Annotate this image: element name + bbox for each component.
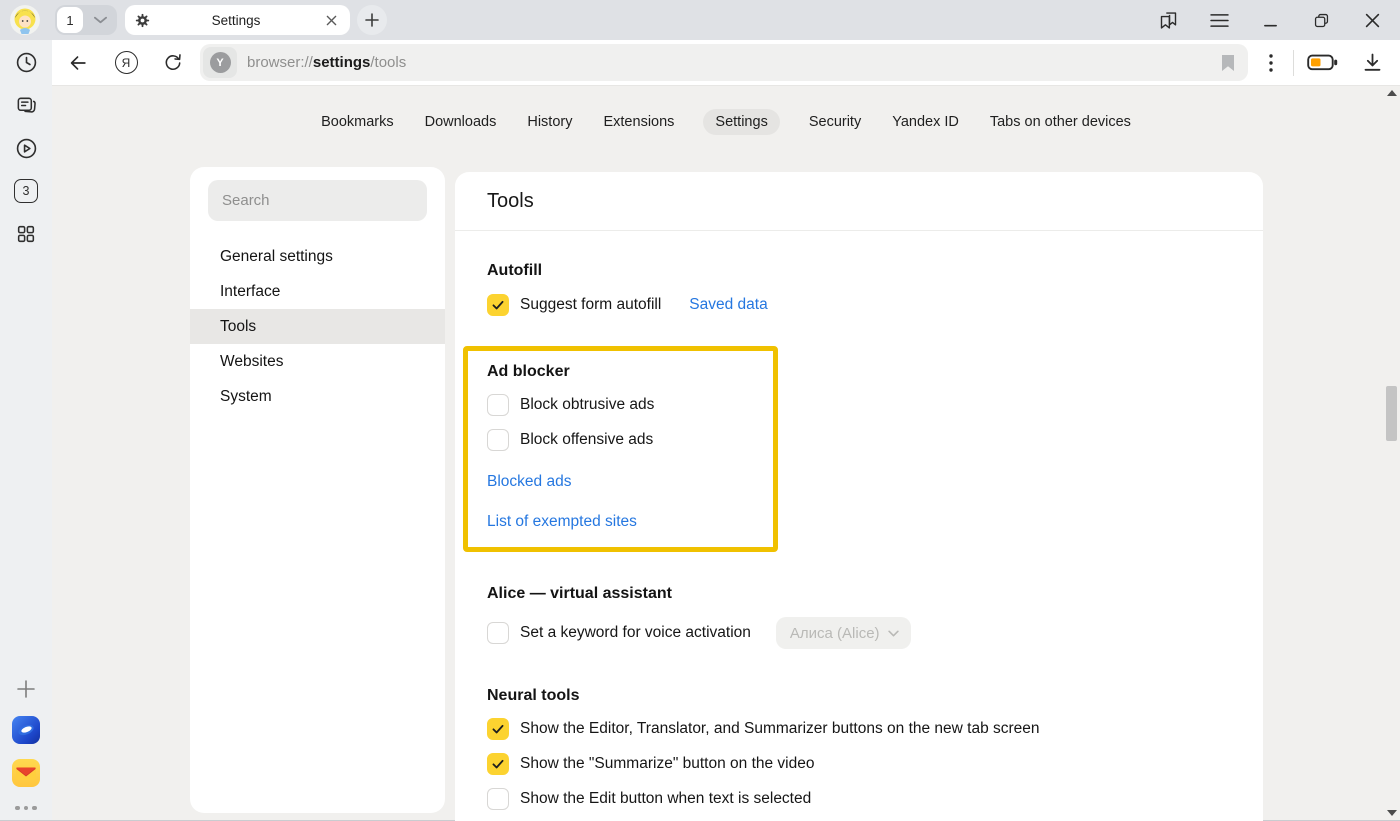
block-offensive-label[interactable]: Block offensive ads — [520, 431, 653, 449]
block-obtrusive-label[interactable]: Block obtrusive ads — [520, 396, 654, 414]
settings-menu-panel: General settings Interface Tools Website… — [190, 167, 445, 813]
suggest-autofill-checkbox[interactable] — [487, 294, 509, 316]
suggest-autofill-label[interactable]: Suggest form autofill — [520, 296, 661, 314]
block-obtrusive-checkbox[interactable] — [487, 394, 509, 416]
yandex-mail-app-icon[interactable] — [12, 759, 40, 787]
menu-item-interface[interactable]: Interface — [190, 274, 445, 309]
neural-summarize-checkbox[interactable] — [487, 753, 509, 775]
yandex-ya-icon: Я — [115, 51, 138, 74]
nav-tab-security[interactable]: Security — [807, 109, 863, 135]
scroll-down-icon[interactable] — [1387, 810, 1397, 816]
neural-summarize-row: Show the "Summarize" button on the video — [487, 753, 1231, 775]
bookmark-flag-icon[interactable] — [1220, 54, 1236, 72]
app-sidebar: 3 — [0, 40, 52, 820]
menu-item-general-settings[interactable]: General settings — [190, 239, 445, 274]
settings-nav: Bookmarks Downloads History Extensions S… — [52, 87, 1400, 135]
address-bar[interactable]: Y browser://settings/tools — [200, 44, 1248, 81]
browser-tab-settings[interactable]: Settings — [125, 5, 350, 35]
neural-newtab-checkbox[interactable] — [487, 718, 509, 740]
blocked-ads-link[interactable]: Blocked ads — [487, 473, 763, 491]
block-offensive-row: Block offensive ads — [487, 429, 763, 451]
window-titlebar: 1 Settings — [0, 0, 1400, 40]
battery-saver-icon[interactable] — [1307, 53, 1338, 72]
alice-heading: Alice — virtual assistant — [487, 585, 1231, 603]
neural-edit-checkbox[interactable] — [487, 788, 509, 810]
chevron-down-icon — [888, 630, 899, 637]
sidebar-more-icon[interactable] — [15, 802, 37, 813]
open-tabs-count[interactable]: 3 — [14, 179, 38, 203]
settings-page: Bookmarks Downloads History Extensions S… — [52, 87, 1400, 820]
nav-tab-yandex-id[interactable]: Yandex ID — [890, 109, 961, 135]
add-panel-plus-icon[interactable] — [14, 677, 38, 701]
block-offensive-checkbox[interactable] — [487, 429, 509, 451]
settings-search[interactable] — [208, 180, 427, 221]
autofill-heading: Autofill — [487, 262, 1231, 280]
scrollbar-thumb[interactable] — [1386, 386, 1397, 441]
exempted-sites-link[interactable]: List of exempted sites — [487, 513, 763, 531]
yandex-home-button[interactable]: Я — [113, 50, 139, 76]
menu-hamburger-icon[interactable] — [1208, 9, 1230, 31]
neural-summarize-label[interactable]: Show the "Summarize" button on the video — [520, 755, 814, 773]
autofill-checkbox-row: Suggest form autofill Saved data — [487, 294, 1231, 316]
menu-item-tools[interactable]: Tools — [190, 309, 445, 344]
gear-icon — [134, 12, 151, 29]
menu-item-system[interactable]: System — [190, 379, 445, 414]
nav-tab-bookmarks[interactable]: Bookmarks — [319, 109, 396, 135]
page-scrollbar[interactable] — [1384, 87, 1400, 820]
neural-newtab-row: Show the Editor, Translator, and Summari… — [487, 718, 1231, 740]
downloads-icon[interactable] — [1359, 50, 1385, 76]
browser-toolbar: Я Y browser://settings/tools — [52, 40, 1400, 86]
tab-close-icon[interactable] — [321, 10, 341, 30]
ad-blocker-heading: Ad blocker — [487, 363, 763, 381]
nav-tab-other-devices[interactable]: Tabs on other devices — [988, 109, 1133, 135]
block-obtrusive-row: Block obtrusive ads — [487, 394, 763, 416]
scroll-up-icon[interactable] — [1387, 90, 1397, 96]
nav-tab-extensions[interactable]: Extensions — [601, 109, 676, 135]
tab-count[interactable]: 1 — [57, 7, 83, 33]
ad-blocker-highlight-box: Ad blocker Block obtrusive ads Block off… — [463, 346, 778, 552]
neural-edit-label[interactable]: Show the Edit button when text is select… — [520, 790, 811, 808]
alice-keyword-row: Set a keyword for voice activation Алиса… — [487, 617, 1231, 649]
side-panels-icon[interactable] — [1157, 9, 1179, 31]
new-tab-button[interactable] — [357, 5, 387, 35]
url-text[interactable]: browser://settings/tools — [247, 54, 406, 71]
minimize-icon[interactable] — [1259, 9, 1281, 31]
tab-counter[interactable]: 1 — [55, 5, 117, 35]
nav-tab-history[interactable]: History — [525, 109, 574, 135]
close-window-icon[interactable] — [1361, 9, 1383, 31]
services-grid-icon[interactable] — [14, 222, 38, 246]
search-input[interactable] — [222, 192, 413, 209]
nav-tab-settings[interactable]: Settings — [703, 109, 779, 135]
toolbar-divider — [1293, 50, 1294, 76]
menu-item-websites[interactable]: Websites — [190, 344, 445, 379]
feed-pages-icon[interactable] — [14, 93, 38, 117]
video-play-icon[interactable] — [14, 136, 38, 160]
protect-icon: Y — [210, 52, 231, 73]
back-button[interactable] — [65, 50, 91, 76]
neural-edit-row: Show the Edit button when text is select… — [487, 788, 1231, 810]
nav-tab-downloads[interactable]: Downloads — [423, 109, 499, 135]
tab-list-chevron-icon[interactable] — [85, 7, 115, 33]
user-avatar[interactable] — [10, 5, 40, 35]
saved-data-link[interactable]: Saved data — [689, 296, 767, 314]
restore-window-icon[interactable] — [1310, 9, 1332, 31]
protect-shield-chip[interactable]: Y — [203, 47, 237, 78]
alice-keyword-dropdown[interactable]: Алиса (Alice) — [776, 617, 911, 649]
tab-title: Settings — [151, 13, 321, 28]
more-options-kebab-icon[interactable] — [1259, 51, 1283, 75]
tools-settings-panel: Tools Autofill Suggest form autofill Sav… — [455, 172, 1263, 821]
alice-keyword-label[interactable]: Set a keyword for voice activation — [520, 624, 751, 642]
yandex-browser-app-icon[interactable] — [12, 716, 40, 744]
alice-keyword-value: Алиса (Alice) — [790, 625, 880, 642]
history-clock-icon[interactable] — [14, 50, 38, 74]
neural-tools-heading: Neural tools — [487, 687, 1231, 705]
alice-keyword-checkbox[interactable] — [487, 622, 509, 644]
reload-button[interactable] — [160, 50, 186, 76]
neural-newtab-label[interactable]: Show the Editor, Translator, and Summari… — [520, 720, 1040, 738]
settings-menu: General settings Interface Tools Website… — [190, 239, 445, 414]
page-title: Tools — [455, 172, 1263, 231]
